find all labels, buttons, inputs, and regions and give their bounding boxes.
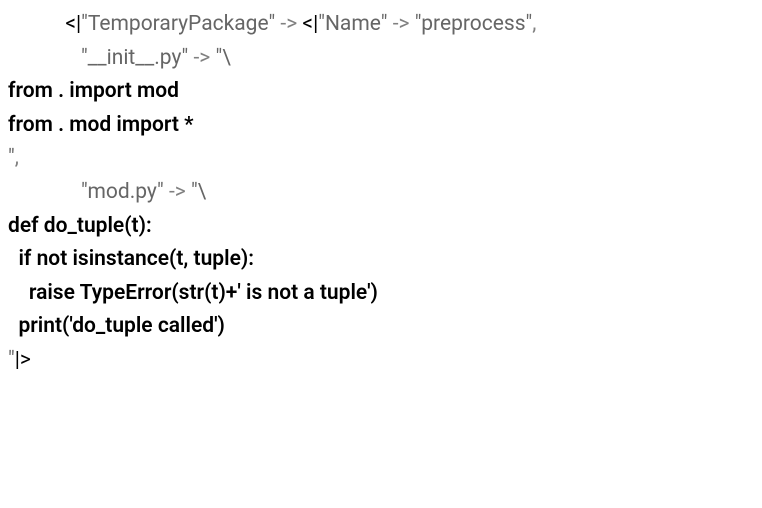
code-line-10: print('do_tuple called') [8,310,754,344]
code-line-6: "mod.py" -> "\ [8,176,754,210]
code-line-1: <|"TemporaryPackage" -> <|"Name" -> "pre… [8,8,754,42]
assoc-open-2: <| [302,12,318,36]
code-line-3: from . import mod [8,75,754,109]
arrow: -> [275,12,302,36]
key-mod-py: "mod.py" [81,180,164,204]
arrow-2: -> [387,12,414,36]
key-name: "Name" [318,12,387,36]
indent-3 [8,180,81,204]
code-line-2: "__init__.py" -> "\ [8,42,754,76]
string-close-2: " [8,348,15,372]
indent-2 [8,46,81,70]
string-open-1: "\ [216,46,231,70]
arrow-4: -> [164,180,191,204]
code-line-7: def do_tuple(t): [8,210,754,244]
assoc-open: <| [65,12,81,36]
comma: , [532,12,536,36]
comma-2: , [15,146,19,170]
val-preprocess: "preprocess" [415,12,533,36]
key-init-py: "__init__.py" [81,46,188,70]
code-line-5: ", [8,142,754,176]
arrow-3: -> [188,46,215,70]
code-line-8: if not isinstance(t, tuple): [8,243,754,277]
string-open-2: "\ [191,180,206,204]
code-line-4: from . mod import * [8,109,754,143]
assoc-close: |> [15,348,31,372]
code-line-9: raise TypeError(str(t)+' is not a tuple'… [8,277,754,311]
key-temporary-package: "TemporaryPackage" [81,12,275,36]
string-close-1: " [8,146,15,170]
indent [8,12,65,36]
code-line-11: "|> [8,344,754,378]
